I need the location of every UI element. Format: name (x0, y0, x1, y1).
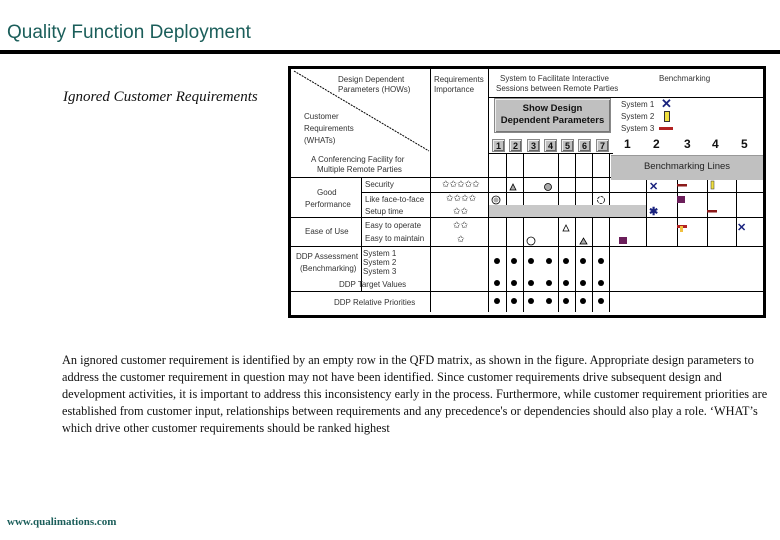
target-value-dot-4 (546, 280, 552, 286)
relative-priority-dot-1 (494, 298, 500, 304)
target-top-dot-5 (563, 258, 569, 264)
triangle-filled-icon (579, 237, 588, 245)
target-value-dot-2 (511, 280, 517, 286)
bench-combined-maintain-icon (619, 237, 627, 244)
bench-system2-operate-icon (680, 226, 683, 232)
target-top-dot-4 (546, 258, 552, 264)
triangle-open-icon (562, 224, 570, 232)
double-circle-inner-icon (493, 197, 499, 203)
target-value-dot-7 (598, 280, 604, 286)
relationship-symbols: ✕ ✱ ✕ (491, 180, 746, 246)
circle-open-icon (526, 236, 536, 246)
target-value-dot-6 (580, 280, 586, 286)
relative-priorities-label: DDP Relative Priorities (334, 298, 416, 307)
assessment-line1: DDP Assessment (296, 252, 359, 261)
bench-system2-security-icon (710, 180, 715, 190)
circle-open-icon (597, 196, 605, 204)
relative-priority-dot-4 (546, 298, 552, 304)
assessment-line2: (Benchmarking) (300, 264, 357, 273)
bench-system3-security-icon (677, 184, 687, 187)
target-top-dot-3 (528, 258, 534, 264)
title-divider (0, 50, 780, 54)
target-values-label: DDP Target Values (339, 280, 407, 289)
bench-system1-face-icon: ✱ (649, 206, 658, 218)
circle-filled-icon (544, 183, 552, 191)
relative-priority-dot-5 (563, 298, 569, 304)
body-paragraph: An ignored customer requirement is ident… (62, 353, 768, 435)
bench-system1-operate-icon: ✕ (737, 222, 746, 234)
qfd-matrix: Design Dependent Parameters (HOWs) Custo… (288, 66, 766, 318)
target-top-dot-7 (598, 258, 604, 264)
bench-system3-setup-icon (707, 210, 717, 213)
target-top-dot-2 (511, 258, 517, 264)
target-value-dot-1 (494, 280, 500, 286)
target-top-dot-1 (494, 258, 500, 264)
page-title: Quality Function Deployment (7, 22, 251, 43)
assessment-system-3: System 3 (363, 267, 397, 276)
target-value-dot-5 (563, 280, 569, 286)
footer-url[interactable]: www.qualimations.com (7, 516, 116, 528)
relative-priority-dot-2 (511, 298, 517, 304)
triangle-filled-icon (509, 183, 517, 191)
relative-priority-dot-3 (528, 298, 534, 304)
relative-priority-dot-7 (598, 298, 604, 304)
target-top-dot-6 (580, 258, 586, 264)
relative-priority-dot-6 (580, 298, 586, 304)
target-value-dot-3 (528, 280, 534, 286)
bench-combined-face-icon (677, 196, 685, 203)
bench-system1-security-icon: ✕ (649, 181, 658, 193)
slide-subtitle: Ignored Customer Requirements (63, 89, 258, 105)
